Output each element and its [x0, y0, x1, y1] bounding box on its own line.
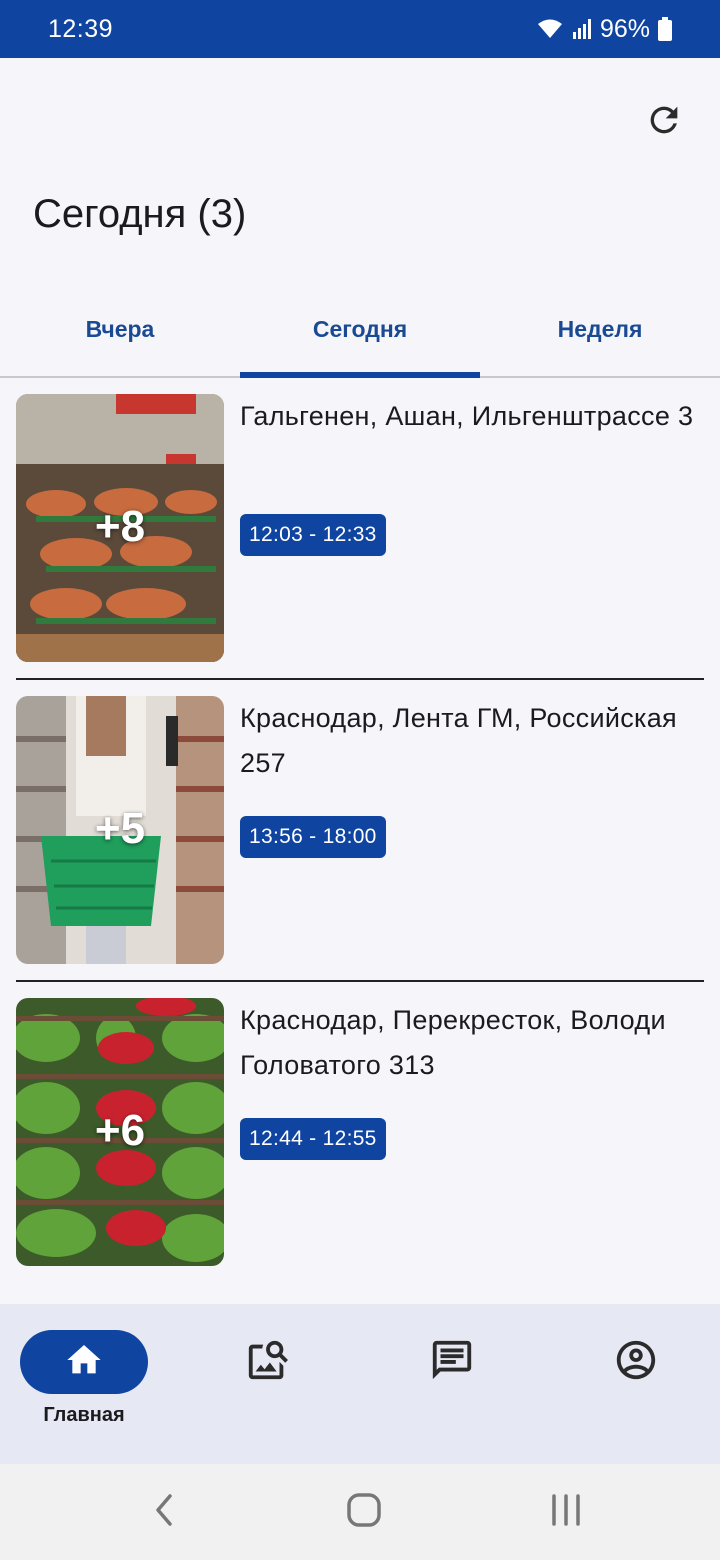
wifi-icon	[536, 18, 564, 40]
visit-photo[interactable]: +8	[16, 394, 224, 662]
visit-time-badge: 13:56 - 18:00	[240, 816, 386, 858]
list-item[interactable]: +6 Краснодар, Перекресток, Володи Голова…	[16, 998, 704, 1300]
tab-label: Сегодня	[312, 315, 408, 342]
system-navigation	[0, 1464, 720, 1560]
back-icon	[152, 1492, 176, 1533]
status-indicators: 96%	[536, 15, 672, 44]
battery-icon	[658, 17, 672, 41]
nav-label: Главная	[43, 1404, 125, 1426]
photo-count: +8	[94, 502, 146, 551]
nav-photos[interactable]	[204, 1330, 332, 1450]
recents-icon	[548, 1492, 584, 1533]
divider	[16, 678, 704, 680]
tab-label: Вчера	[85, 315, 155, 342]
status-bar: 12:39 96%	[0, 0, 720, 58]
tab-week[interactable]: Неделя	[480, 296, 720, 376]
visit-time-badge: 12:44 - 12:55	[240, 1118, 386, 1160]
photo-count: +6	[94, 1106, 146, 1155]
home-icon	[64, 1340, 104, 1385]
battery-level: 96%	[599, 14, 650, 43]
nav-home[interactable]: Главная	[20, 1330, 148, 1450]
tab-label: Неделя	[557, 315, 643, 342]
visit-address: Гальгенен, Ашан, Ильгенштрассе 3	[240, 401, 694, 431]
visit-list: +8 Гальгенен, Ашан, Ильгенштрассе 3 12:0…	[16, 394, 704, 1300]
status-time: 12:39	[48, 14, 114, 43]
tab-yesterday[interactable]: Вчера	[0, 296, 240, 376]
back-button[interactable]	[134, 1488, 194, 1536]
visit-time-badge: 12:03 - 12:33	[240, 514, 386, 556]
home-system-button[interactable]	[334, 1488, 394, 1536]
nav-messages[interactable]	[388, 1330, 516, 1450]
nav-pill	[388, 1330, 516, 1394]
visit-photo[interactable]: +5	[16, 696, 224, 964]
nav-pill	[20, 1330, 148, 1394]
list-item[interactable]: +8 Гальгенен, Ашан, Ильгенштрассе 3 12:0…	[16, 394, 704, 696]
refresh-button[interactable]	[638, 96, 690, 148]
bottom-navigation: Главная	[0, 1304, 720, 1464]
nav-pill	[572, 1330, 700, 1394]
chat-icon	[429, 1337, 475, 1388]
visit-photo[interactable]: +6	[16, 998, 224, 1266]
account-icon	[613, 1337, 659, 1388]
divider	[16, 980, 704, 982]
home-circle-icon	[346, 1492, 382, 1533]
list-item[interactable]: +5 Краснодар, Лента ГМ, Российская 257 1…	[16, 696, 704, 998]
period-tabs: Вчера Сегодня Неделя	[0, 296, 720, 378]
recents-button[interactable]	[536, 1488, 596, 1536]
nav-pill	[204, 1330, 332, 1394]
nav-profile[interactable]	[572, 1330, 700, 1450]
image-search-icon	[245, 1337, 291, 1388]
visit-address: Краснодар, Лента ГМ, Российская 257	[240, 703, 677, 778]
refresh-icon	[644, 100, 684, 145]
visit-address: Краснодар, Перекресток, Володи Головатог…	[240, 1005, 666, 1080]
tab-today[interactable]: Сегодня	[240, 296, 480, 378]
signal-icon	[572, 18, 592, 40]
page-title: Сегодня (3)	[33, 192, 247, 236]
photo-count: +5	[94, 804, 146, 853]
